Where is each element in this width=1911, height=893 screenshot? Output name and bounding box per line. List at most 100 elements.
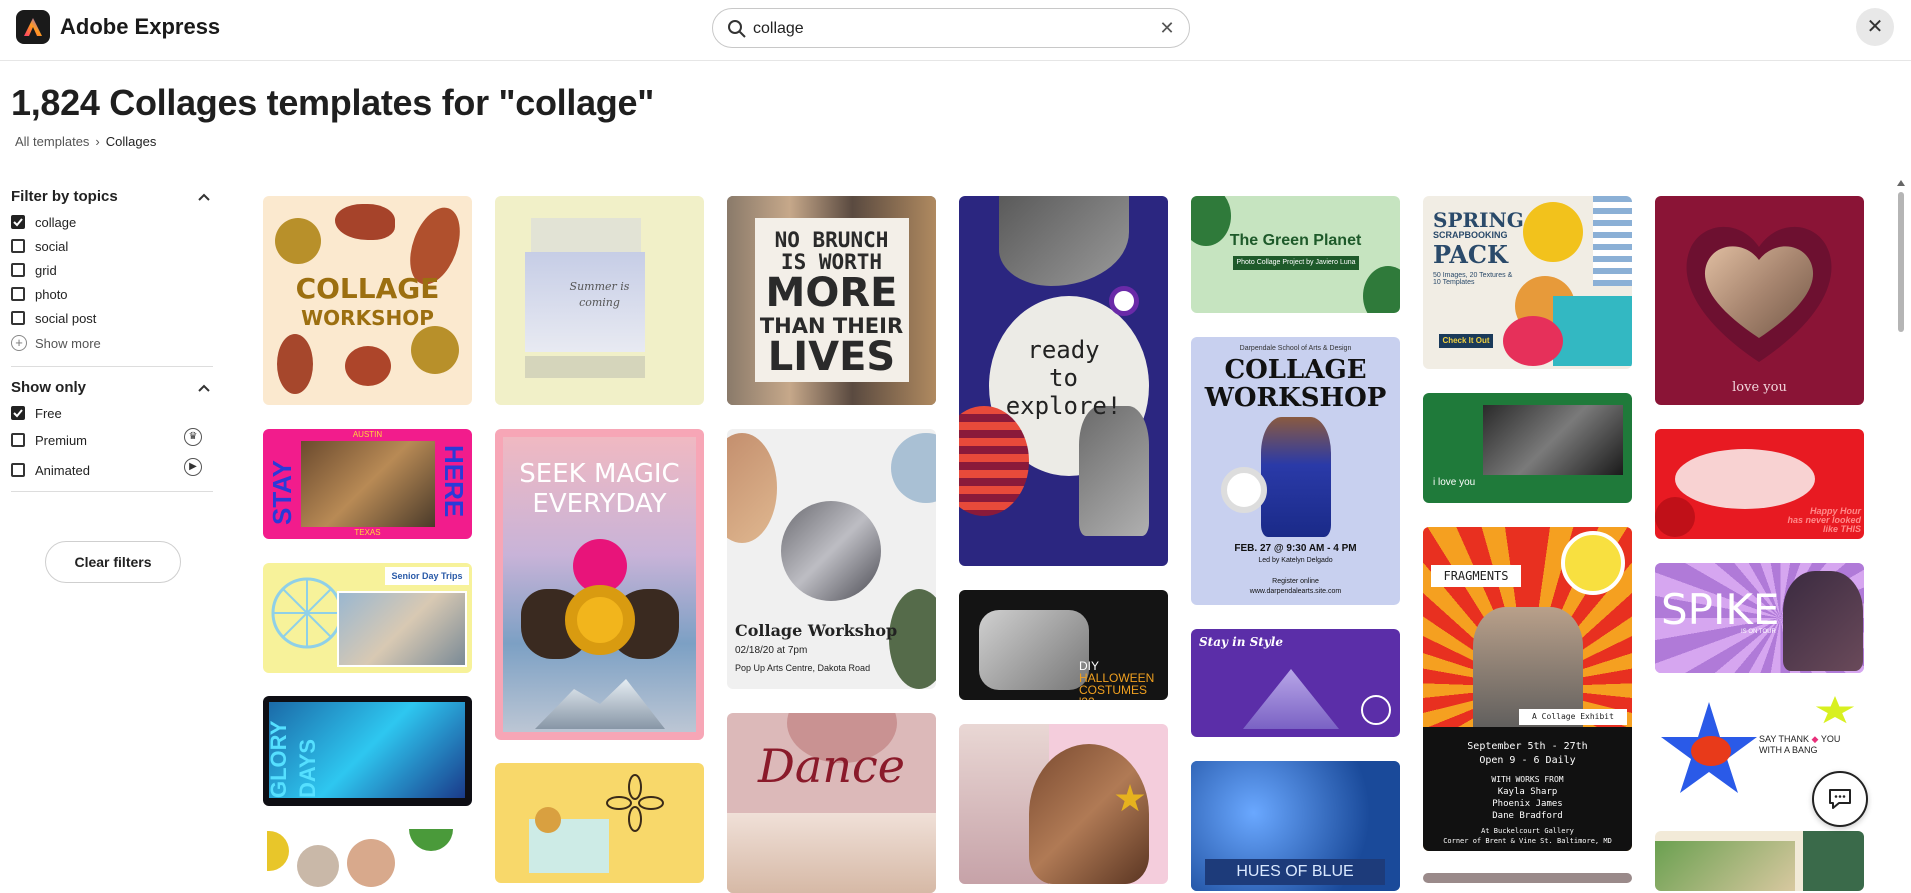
checkbox[interactable] xyxy=(11,287,25,301)
checkbox[interactable] xyxy=(11,433,25,447)
topic-label: social xyxy=(35,238,69,254)
template-title: The Green Planet xyxy=(1229,232,1362,249)
template-card[interactable]: Happy Hour has never looked like THIS xyxy=(1655,429,1864,539)
template-subtitle: coming xyxy=(579,296,620,309)
template-subtitle: WORKSHOP xyxy=(301,306,434,330)
breadcrumb-all-templates[interactable]: All templates xyxy=(15,134,89,149)
template-title: COLLAGE xyxy=(295,272,440,305)
template-title: Dance xyxy=(758,739,905,793)
flower-graphic xyxy=(606,774,664,832)
template-card[interactable]: SPRING SCRAPBOOKING PACK 50 Images, 20 T… xyxy=(1423,196,1632,369)
brand-name: Adobe Express xyxy=(60,14,221,39)
template-line: SCRAPBOOKING xyxy=(1433,230,1508,240)
template-card[interactable]: STAY HERE AUSTIN TEXAS xyxy=(263,429,472,539)
show-only-heading[interactable]: Show only xyxy=(11,379,213,401)
template-card[interactable]: DIY HALLOWEEN COSTUMES '22 xyxy=(959,590,1168,700)
template-title: Stay in Style xyxy=(1199,635,1283,649)
template-card[interactable]: NO BRUNCH IS WORTH MORE THAN THEIR LIVES xyxy=(727,196,936,405)
template-line: 50 Images, 20 Textures & 10 Templates xyxy=(1433,272,1513,286)
template-card[interactable] xyxy=(959,724,1168,884)
template-line: like THIS xyxy=(1822,524,1861,534)
filter-premium[interactable]: Premium ♛ xyxy=(11,425,213,455)
template-card[interactable] xyxy=(1655,831,1864,891)
template-subtitle: Photo Collage Project by Javiero Luna xyxy=(1233,256,1359,270)
template-line: Kayla Sharp xyxy=(1497,787,1558,797)
scrollbar-thumb[interactable] xyxy=(1898,192,1904,332)
clear-filters-button[interactable]: Clear filters xyxy=(45,541,181,583)
show-more-button[interactable]: + Show more xyxy=(11,330,213,356)
template-card[interactable]: SEEK MAGIC EVERYDAY xyxy=(495,429,704,740)
checkbox[interactable] xyxy=(11,311,25,325)
divider xyxy=(11,366,213,367)
template-card[interactable]: Collage Workshop 02/18/20 at 7pm Pop Up … xyxy=(727,429,936,689)
template-line: WITH WORKS FROM xyxy=(1491,775,1564,784)
checkbox-checked[interactable] xyxy=(11,406,25,420)
topic-grid[interactable]: grid xyxy=(11,258,213,282)
template-line: ready xyxy=(1027,336,1100,364)
template-card[interactable]: Darpendale School of Arts & Design COLLA… xyxy=(1191,337,1400,605)
template-card[interactable]: HUES OF BLUE xyxy=(1191,761,1400,891)
checkbox[interactable] xyxy=(11,463,25,477)
scroll-up-icon[interactable] xyxy=(1897,180,1905,186)
template-title: GLORY xyxy=(266,720,291,798)
template-caption: love you xyxy=(1732,380,1787,395)
clear-search-icon[interactable]: ✕ xyxy=(1157,18,1177,38)
breadcrumb: All templates › Collages xyxy=(15,134,156,149)
template-card[interactable]: ready to explore! xyxy=(959,196,1168,566)
topic-label: grid xyxy=(35,262,57,278)
template-line: LIVES xyxy=(767,334,896,380)
topic-label: photo xyxy=(35,286,68,302)
template-card[interactable]: Senior Day Trips xyxy=(263,563,472,673)
logo-icon xyxy=(24,18,42,36)
topic-photo[interactable]: photo xyxy=(11,282,213,306)
template-card[interactable]: Summer is coming xyxy=(495,196,704,405)
scrollbar[interactable] xyxy=(1897,180,1905,880)
template-title: SPIKE xyxy=(1661,585,1780,634)
template-card[interactable]: FRAGMENTS A Collage Exhibit September 5t… xyxy=(1423,527,1632,851)
template-subtitle: EVERYDAY xyxy=(532,489,667,519)
template-card[interactable] xyxy=(495,763,704,883)
topic-social[interactable]: social xyxy=(11,234,213,258)
template-label: A Collage Exhibit xyxy=(1519,709,1627,725)
template-line: Corner of Brent & Vine St. Baltimore, MD xyxy=(1443,837,1612,845)
checkbox[interactable] xyxy=(11,263,25,277)
plus-icon: + xyxy=(11,335,27,351)
close-button[interactable]: ✕ xyxy=(1856,8,1894,46)
filter-free[interactable]: Free xyxy=(11,401,213,425)
topic-social-post[interactable]: social post xyxy=(11,306,213,330)
filter-topics-heading[interactable]: Filter by topics xyxy=(11,188,213,210)
template-line: NO BRUNCH xyxy=(774,228,889,252)
template-line: Open 9 - 6 Daily xyxy=(1479,755,1576,766)
template-card[interactable]: GLORY DAYS xyxy=(263,696,472,806)
template-card[interactable]: love you xyxy=(1655,196,1864,405)
template-text-right: HERE xyxy=(439,445,469,518)
template-cta: Check It Out xyxy=(1439,334,1493,348)
template-line: SAY THANK xyxy=(1759,734,1810,744)
template-card[interactable] xyxy=(1423,873,1632,883)
ferris-wheel-graphic xyxy=(271,577,343,649)
chevron-up-icon xyxy=(198,193,210,201)
template-date: 02/18/20 at 7pm xyxy=(735,645,808,656)
search-input[interactable] xyxy=(753,18,1133,40)
template-title: SPRING xyxy=(1433,208,1524,232)
template-card[interactable]: SPIKE IS ON TOUR xyxy=(1655,563,1864,673)
breadcrumb-current: Collages xyxy=(105,134,157,149)
checkbox-checked[interactable] xyxy=(11,215,25,229)
template-led: Led by Katelyn Delgado xyxy=(1258,557,1333,564)
template-card[interactable]: COLLAGE WORKSHOP xyxy=(263,196,472,405)
topic-collage[interactable]: collage xyxy=(11,210,213,234)
template-card[interactable]: Stay in Style xyxy=(1191,629,1400,737)
template-text-left: STAY xyxy=(267,459,297,525)
template-card[interactable]: Dance xyxy=(727,713,936,893)
template-title: HUES OF BLUE xyxy=(1205,859,1385,885)
chat-button[interactable] xyxy=(1812,771,1868,827)
template-card[interactable]: The Green Planet Photo Collage Project b… xyxy=(1191,196,1400,313)
checkbox[interactable] xyxy=(11,239,25,253)
template-date: FEB. 27 @ 9:30 AM - 4 PM xyxy=(1234,543,1357,554)
adobe-express-logo[interactable] xyxy=(16,10,50,44)
divider xyxy=(11,491,213,492)
template-card[interactable]: i love you xyxy=(1423,393,1632,503)
search-bar[interactable]: ✕ xyxy=(712,8,1190,48)
filter-animated[interactable]: Animated ▶ xyxy=(11,455,213,485)
template-card[interactable] xyxy=(263,829,472,889)
